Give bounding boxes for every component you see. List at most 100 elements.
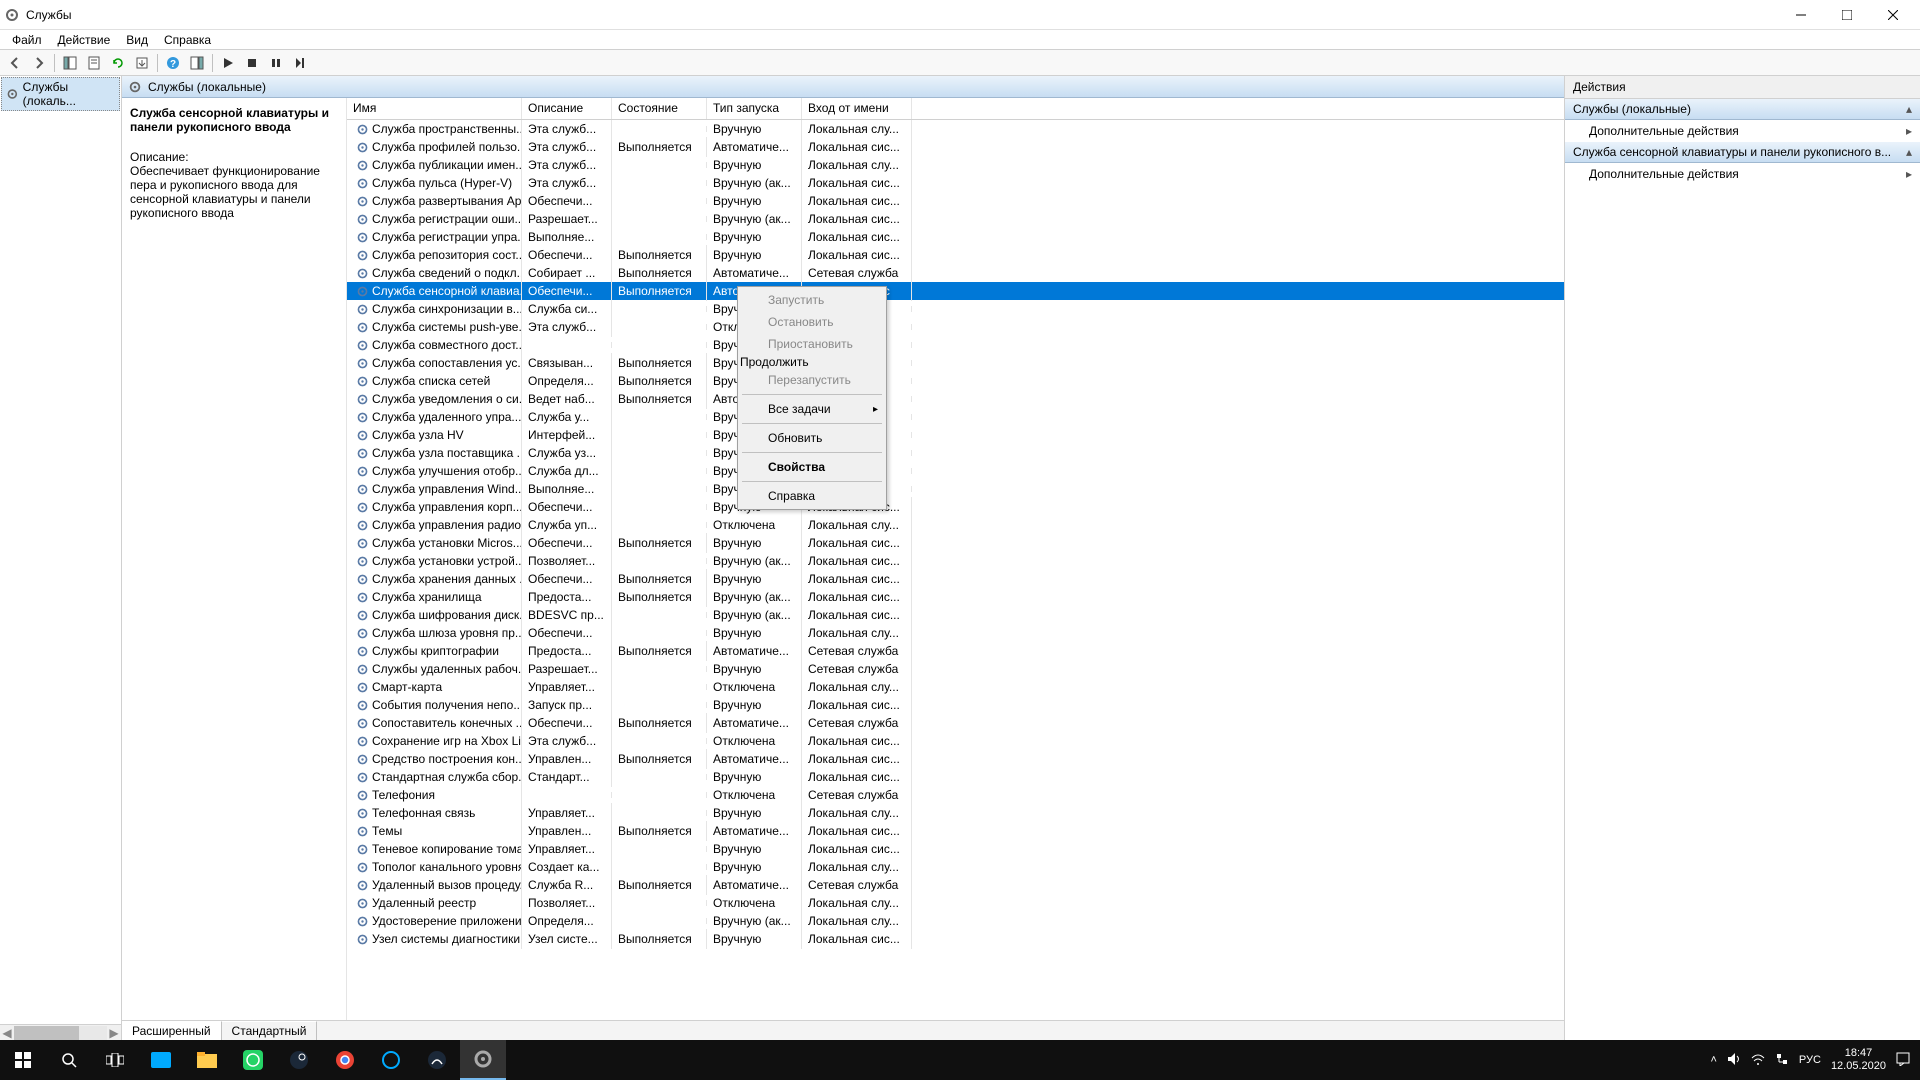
tray-network-icon[interactable] xyxy=(1775,1052,1789,1069)
ctx-refresh[interactable]: Обновить xyxy=(740,427,884,449)
col-header-desc[interactable]: Описание xyxy=(522,98,612,119)
service-row[interactable]: Служба пространственны...Эта служб...Вру… xyxy=(347,120,1564,138)
taskbar-app-steam[interactable] xyxy=(276,1040,322,1080)
service-row[interactable]: Служба управления корп...Обеспечи...Вруч… xyxy=(347,498,1564,516)
pause-service-button[interactable] xyxy=(265,52,287,74)
service-row[interactable]: Служба списка сетейОпределя...Выполняетс… xyxy=(347,372,1564,390)
properties-button[interactable] xyxy=(83,52,105,74)
service-row[interactable]: Служба шлюза уровня пр...Обеспечи...Вруч… xyxy=(347,624,1564,642)
close-button[interactable] xyxy=(1870,0,1916,30)
ctx-restart[interactable]: Перезапустить xyxy=(740,369,884,391)
service-row[interactable]: Служба хранения данных ...Обеспечи...Вып… xyxy=(347,570,1564,588)
service-row[interactable]: Служба синхронизации в...Служба си...Вру… xyxy=(347,300,1564,318)
service-row[interactable]: События получения непо...Запуск пр...Вру… xyxy=(347,696,1564,714)
taskbar-app-chrome[interactable] xyxy=(322,1040,368,1080)
minimize-button[interactable] xyxy=(1778,0,1824,30)
menu-help[interactable]: Справка xyxy=(156,31,219,49)
service-row[interactable]: Служба развертывания Ap...Обеспечи...Вру… xyxy=(347,192,1564,210)
ctx-pause[interactable]: Приостановить xyxy=(740,333,884,355)
ctx-start[interactable]: Запустить xyxy=(740,289,884,311)
menu-view[interactable]: Вид xyxy=(118,31,156,49)
collapse-icon[interactable]: ▴ xyxy=(1906,102,1912,116)
service-row[interactable]: Служба профилей пользо...Эта служб...Вып… xyxy=(347,138,1564,156)
service-row[interactable]: Службы удаленных рабоч...Разрешает...Вру… xyxy=(347,660,1564,678)
service-row[interactable]: Служба сопоставления ус...Связыван...Вып… xyxy=(347,354,1564,372)
menu-action[interactable]: Действие xyxy=(50,31,119,49)
service-row[interactable]: Служба улучшения отобр...Служба дл...Вру… xyxy=(347,462,1564,480)
service-row[interactable]: ТемыУправлен...ВыполняетсяАвтоматиче...Л… xyxy=(347,822,1564,840)
service-row[interactable]: Служба репозитория сост...Обеспечи...Вып… xyxy=(347,246,1564,264)
restart-service-button[interactable] xyxy=(289,52,311,74)
service-row[interactable]: Служба системы push-уве...Эта служб...От… xyxy=(347,318,1564,336)
taskbar-app-services[interactable] xyxy=(460,1040,506,1080)
tree-root-item[interactable]: Службы (локаль... xyxy=(1,77,120,111)
tab-extended[interactable]: Расширенный xyxy=(122,1021,222,1040)
back-button[interactable] xyxy=(4,52,26,74)
tab-standard[interactable]: Стандартный xyxy=(222,1021,318,1040)
tray-notifications-icon[interactable] xyxy=(1896,1052,1910,1069)
tray-clock[interactable]: 18:47 12.05.2020 xyxy=(1831,1047,1886,1073)
service-row[interactable]: Служба сведений о подкл...Собирает ...Вы… xyxy=(347,264,1564,282)
export-button[interactable] xyxy=(131,52,153,74)
taskbar-app-generic2[interactable] xyxy=(414,1040,460,1080)
service-row[interactable]: Средство построения кон...Управлен...Вып… xyxy=(347,750,1564,768)
start-service-button[interactable] xyxy=(217,52,239,74)
actions-item-more2[interactable]: Дополнительные действия ▸ xyxy=(1565,163,1920,185)
service-row[interactable]: Служба управления радиоСлужба уп...Отклю… xyxy=(347,516,1564,534)
service-row[interactable]: Служба удаленного упра...Служба у...Вруч xyxy=(347,408,1564,426)
service-row[interactable]: Стандартная служба сбор...Стандарт...Вру… xyxy=(347,768,1564,786)
service-row[interactable]: Тополог канального уровняСоздает ка...Вр… xyxy=(347,858,1564,876)
start-button[interactable] xyxy=(0,1040,46,1080)
ctx-resume[interactable]: Продолжить xyxy=(740,355,884,369)
service-row[interactable]: Служба установки устрой...Позволяет...Вр… xyxy=(347,552,1564,570)
service-row[interactable]: Служба пульса (Hyper-V)Эта служб...Вручн… xyxy=(347,174,1564,192)
help-button[interactable]: ? xyxy=(162,52,184,74)
tray-wifi-icon[interactable] xyxy=(1751,1052,1765,1069)
service-row[interactable]: Служба установки Micros...Обеспечи...Вып… xyxy=(347,534,1564,552)
task-view-button[interactable] xyxy=(92,1040,138,1080)
service-row[interactable]: Удаленный реестрПозволяет...ОтключенаЛок… xyxy=(347,894,1564,912)
service-row[interactable]: Служба публикации имен...Эта служб...Вру… xyxy=(347,156,1564,174)
maximize-button[interactable] xyxy=(1824,0,1870,30)
service-row[interactable]: Узел системы диагностикиУзел систе...Вып… xyxy=(347,930,1564,948)
service-row[interactable]: Теневое копирование томаУправляет...Вруч… xyxy=(347,840,1564,858)
ctx-properties[interactable]: Свойства xyxy=(740,456,884,478)
tree-hscroll[interactable]: ◀ ▶ xyxy=(0,1024,121,1040)
service-row[interactable]: Служба сенсорной клавиа...Обеспечи...Вып… xyxy=(347,282,1564,300)
search-button[interactable] xyxy=(46,1040,92,1080)
tray-lang[interactable]: РУС xyxy=(1799,1054,1821,1066)
service-row[interactable]: Служба совместного дост...Вруч xyxy=(347,336,1564,354)
ctx-stop[interactable]: Остановить xyxy=(740,311,884,333)
collapse-icon[interactable]: ▴ xyxy=(1906,145,1912,159)
service-row[interactable]: Удаленный вызов процеду...Служба R...Вып… xyxy=(347,876,1564,894)
service-row[interactable]: Служба регистрации оши...Разрешает...Вру… xyxy=(347,210,1564,228)
show-action-pane-button[interactable] xyxy=(186,52,208,74)
tray-expand-icon[interactable]: ˄ xyxy=(1710,1054,1716,1066)
taskbar-app-generic1[interactable] xyxy=(368,1040,414,1080)
service-row[interactable]: Служба шифрования диск...BDESVC пр...Вру… xyxy=(347,606,1564,624)
service-row[interactable]: ТелефонияОтключенаСетевая служба xyxy=(347,786,1564,804)
actions-item-more1[interactable]: Дополнительные действия ▸ xyxy=(1565,120,1920,142)
col-header-state[interactable]: Состояние xyxy=(612,98,707,119)
refresh-button[interactable] xyxy=(107,52,129,74)
show-hide-tree-button[interactable] xyxy=(59,52,81,74)
taskbar-app-whatsapp[interactable] xyxy=(230,1040,276,1080)
col-header-start[interactable]: Тип запуска xyxy=(707,98,802,119)
taskbar-app-mail[interactable] xyxy=(138,1040,184,1080)
service-row[interactable]: Служба узла HVИнтерфей...Вруч xyxy=(347,426,1564,444)
service-row[interactable]: Смарт-картаУправляет...ОтключенаЛокальна… xyxy=(347,678,1564,696)
service-row[interactable]: Удостоверение приложени...Определя...Вру… xyxy=(347,912,1564,930)
ctx-all-tasks[interactable]: Все задачи xyxy=(740,398,884,420)
tray-volume-icon[interactable] xyxy=(1727,1052,1741,1069)
service-row[interactable]: Служба регистрации упра...Выполняе...Вру… xyxy=(347,228,1564,246)
ctx-help[interactable]: Справка xyxy=(740,485,884,507)
service-row[interactable]: Служба узла поставщика ...Служба уз...Вр… xyxy=(347,444,1564,462)
service-row[interactable]: Телефонная связьУправляет...ВручнуюЛокал… xyxy=(347,804,1564,822)
col-header-logon[interactable]: Вход от имени xyxy=(802,98,912,119)
service-row[interactable]: Сопоставитель конечных ...Обеспечи...Вып… xyxy=(347,714,1564,732)
service-row[interactable]: Служба управления Wind...Выполняе...Вруч xyxy=(347,480,1564,498)
list-rows[interactable]: Служба пространственны...Эта служб...Вру… xyxy=(347,120,1564,1020)
col-header-name[interactable]: Имя xyxy=(347,98,522,119)
stop-service-button[interactable] xyxy=(241,52,263,74)
service-row[interactable]: Сохранение игр на Xbox Li...Эта служб...… xyxy=(347,732,1564,750)
